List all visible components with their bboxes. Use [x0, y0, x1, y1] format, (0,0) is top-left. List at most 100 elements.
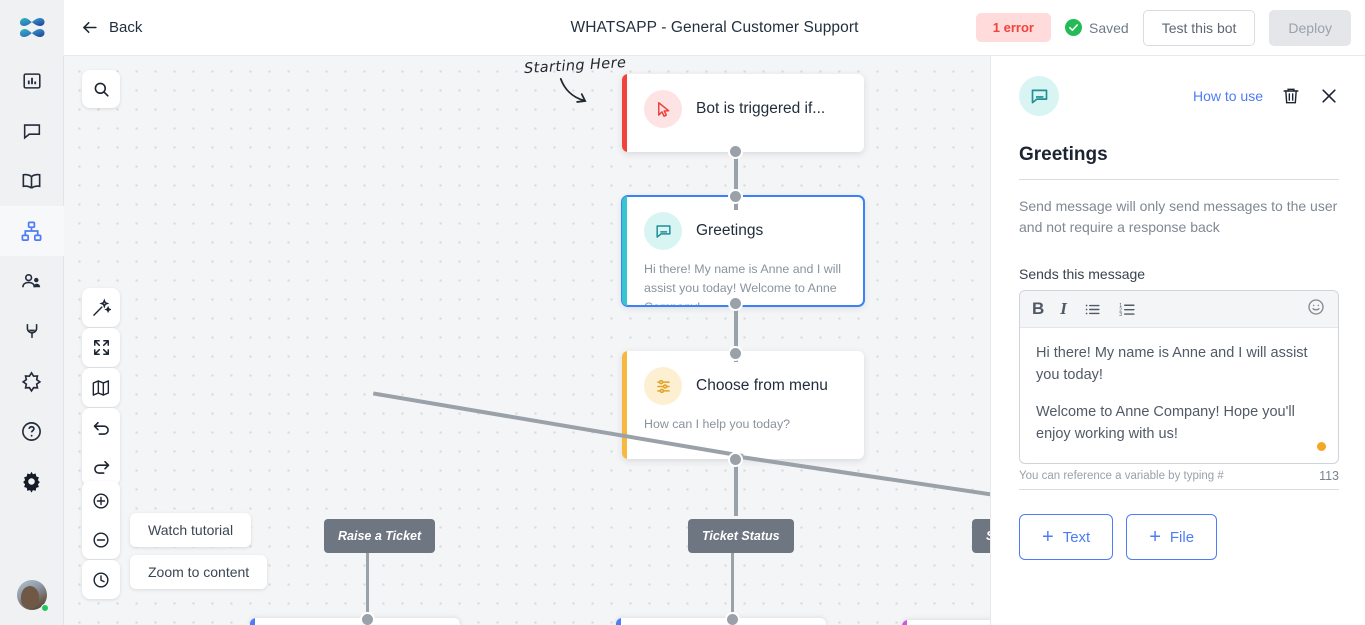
sidebar-item-analytics[interactable] — [0, 56, 64, 106]
bullet-list-button[interactable] — [1083, 300, 1102, 319]
svg-text:3: 3 — [1119, 311, 1122, 317]
add-file-button[interactable]: + File — [1126, 514, 1218, 561]
node-stripe — [622, 351, 627, 459]
avatar[interactable] — [0, 565, 64, 625]
saved-status: Saved — [1065, 19, 1129, 36]
sidebar-item-settings[interactable] — [0, 456, 64, 506]
question-circle-icon — [22, 421, 41, 441]
stub-node-center[interactable] — [616, 618, 826, 625]
canvas-tool-history-group — [82, 408, 120, 486]
node-greetings[interactable]: Greetings Hi there! My name is Anne and … — [621, 195, 865, 307]
chat-bubble-icon — [23, 124, 40, 140]
branch-label-third[interactable]: S — [972, 519, 990, 553]
how-to-use-link[interactable]: How to use — [1193, 88, 1263, 104]
node-stripe — [250, 618, 255, 625]
node-port-trigger-out[interactable] — [728, 144, 743, 159]
puzzle-icon — [21, 370, 42, 392]
app-root: Back WHATSAPP - General Customer Support… — [0, 0, 1365, 625]
branch-label-ticket-status[interactable]: Ticket Status — [688, 519, 794, 553]
node-port-greetings-in[interactable] — [728, 189, 743, 204]
error-badge[interactable]: 1 error — [975, 13, 1051, 42]
back-label: Back — [109, 19, 143, 36]
canvas-tool-minimap[interactable] — [82, 368, 120, 407]
fit-screen-button[interactable] — [82, 328, 120, 367]
panel-description: Send message will only send messages to … — [1019, 198, 1338, 235]
emoji-button[interactable] — [1306, 297, 1326, 322]
numbered-list-button[interactable]: 1 2 3 — [1118, 300, 1137, 319]
magic-wand-button[interactable] — [82, 288, 120, 327]
zoom-in-button[interactable] — [82, 481, 120, 520]
saved-label: Saved — [1089, 19, 1129, 36]
bold-button[interactable]: B — [1032, 299, 1044, 319]
flow-canvas[interactable]: Watch tutorial Zoom to content Starting … — [64, 56, 990, 625]
zoom-out-button[interactable] — [82, 520, 120, 559]
branch-label-raise-ticket[interactable]: Raise a Ticket — [324, 519, 436, 553]
history-clock-button[interactable] — [82, 560, 120, 599]
back-button[interactable]: Back — [80, 18, 142, 37]
node-header: Bot is triggered if... — [622, 74, 864, 134]
close-panel-button[interactable] — [1319, 86, 1339, 106]
bullet-list-icon — [1085, 304, 1100, 314]
editor-footer: You can reference a variable by typing #… — [1019, 469, 1339, 483]
stub-node-left[interactable] — [250, 618, 460, 625]
panel-title: Greetings — [1019, 144, 1339, 180]
node-header: Choose from menu — [622, 351, 864, 411]
sidebar-item-contacts[interactable] — [0, 256, 64, 306]
stub-port-left[interactable] — [360, 612, 375, 625]
stub-port-center[interactable] — [725, 612, 740, 625]
redo-icon — [93, 460, 109, 474]
sidebar-item-knowledge[interactable] — [0, 156, 64, 206]
test-bot-button[interactable]: Test this bot — [1142, 9, 1256, 46]
node-stripe — [902, 620, 907, 625]
minimap-button[interactable] — [82, 368, 120, 407]
node-bot-trigger[interactable]: Bot is triggered if... — [622, 74, 864, 152]
message-paragraph-2: Welcome to Anne Company! Hope you'll enj… — [1036, 404, 1295, 443]
add-text-button[interactable]: + Text — [1019, 514, 1114, 561]
undo-button[interactable] — [82, 408, 120, 447]
node-stripe — [616, 618, 621, 625]
edge-menu-to-third-branch — [733, 454, 990, 503]
canvas-tool-magic-wand[interactable] — [82, 288, 120, 327]
sidebar-item-flows[interactable] — [0, 206, 64, 256]
canvas-tool-version-history[interactable] — [82, 560, 120, 599]
deploy-button[interactable]: Deploy — [1269, 9, 1351, 46]
top-bar-actions: 1 error Saved Test this bot Deploy — [975, 9, 1351, 46]
stub-node-right[interactable] — [902, 620, 990, 625]
map-icon — [92, 379, 110, 396]
node-port-menu-in[interactable] — [728, 346, 743, 361]
message-text-area[interactable]: Hi there! My name is Anne and I will ass… — [1020, 328, 1338, 463]
node-title: Choose from menu — [696, 377, 828, 394]
watch-tutorial-button[interactable]: Watch tutorial — [130, 513, 252, 547]
chat-bubble-icon — [1019, 76, 1059, 116]
undo-icon — [93, 421, 109, 435]
italic-button[interactable]: I — [1060, 299, 1067, 319]
curved-arrow-icon — [559, 78, 587, 103]
node-title: Bot is triggered if... — [696, 100, 826, 117]
add-text-label: Text — [1062, 528, 1091, 546]
canvas-search-button[interactable] — [82, 70, 120, 108]
canvas-tool-fit-screen[interactable] — [82, 328, 120, 367]
sidebar-item-integrations[interactable] — [0, 306, 64, 356]
gear-icon — [23, 471, 40, 493]
menu-list-icon — [644, 367, 682, 405]
editor-toolbar: B I 1 2 3 — [1020, 291, 1338, 328]
zoom-to-content-button[interactable]: Zoom to content — [130, 555, 268, 589]
plug-icon — [26, 324, 37, 338]
message-editor[interactable]: B I 1 2 3 Hi there! My name is Anne and … — [1019, 290, 1339, 465]
plus-icon: + — [1042, 526, 1054, 549]
panel-header: How to use — [1019, 76, 1339, 116]
node-port-menu-out[interactable] — [728, 452, 743, 467]
expand-icon — [93, 340, 109, 355]
app-logo[interactable] — [0, 0, 64, 56]
users-icon — [22, 273, 41, 287]
delete-node-button[interactable] — [1281, 86, 1301, 106]
node-header: Greetings — [622, 196, 864, 256]
plus-icon: + — [1149, 526, 1161, 549]
book-icon — [22, 173, 41, 189]
sidebar-item-chat[interactable] — [0, 106, 64, 156]
sidebar-item-help[interactable] — [0, 406, 64, 456]
panel-actions: How to use — [1193, 86, 1339, 106]
node-port-greetings-out[interactable] — [728, 296, 743, 311]
message-paragraph-1: Hi there! My name is Anne and I will ass… — [1036, 345, 1308, 384]
sidebar-item-plugins[interactable] — [0, 356, 64, 406]
